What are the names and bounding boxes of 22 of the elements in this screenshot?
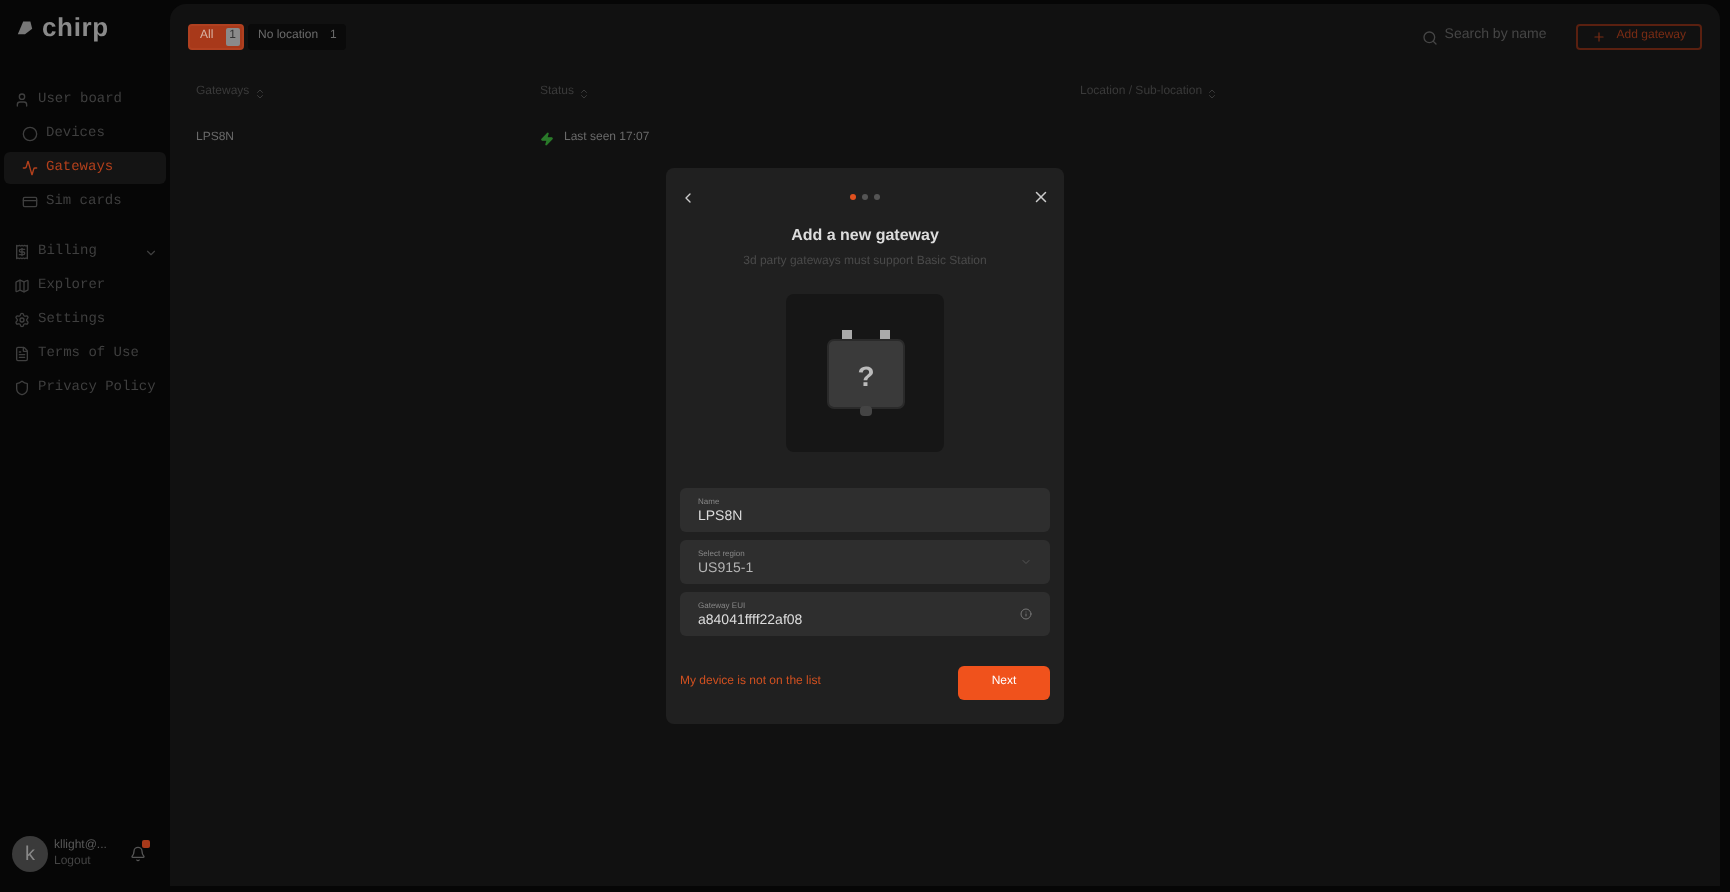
nav-icon [14, 312, 30, 328]
avatar: k [12, 836, 48, 872]
nav-icon [14, 92, 30, 108]
nav-icon [22, 160, 38, 176]
nav-icon [22, 126, 38, 142]
modal-title: Add a new gateway [789, 224, 941, 248]
logo[interactable]: chirp [42, 14, 109, 40]
plus-icon [1592, 30, 1607, 44]
nav-icon [14, 244, 30, 260]
bolt-icon [540, 132, 554, 146]
chevron-icon [144, 245, 158, 259]
nav-icon [22, 194, 38, 210]
search-icon [1422, 29, 1439, 45]
nav-icon [14, 346, 30, 362]
close-icon[interactable] [1032, 188, 1050, 206]
back-icon[interactable] [680, 189, 696, 205]
question-mark: ? [856, 359, 874, 391]
nav-icon [14, 278, 30, 294]
bell-icon[interactable] [130, 846, 146, 862]
nav-icon [14, 380, 30, 396]
info-icon [1020, 608, 1032, 620]
logo-icon [16, 18, 34, 36]
